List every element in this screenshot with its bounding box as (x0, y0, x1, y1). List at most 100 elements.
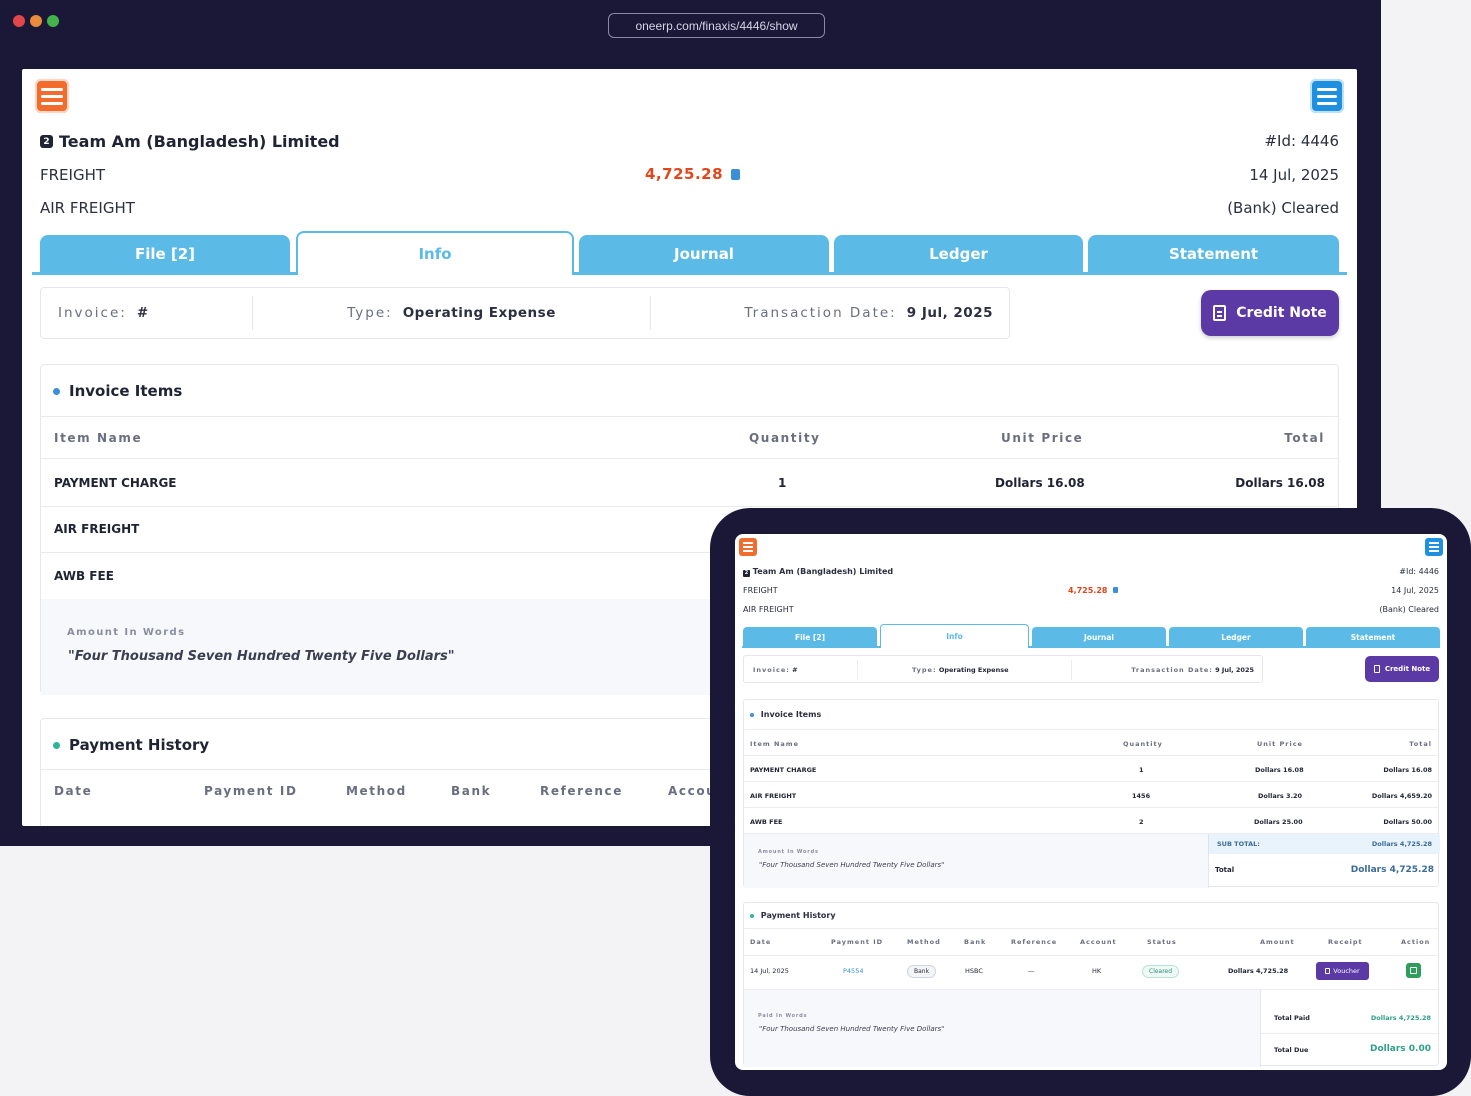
tab-bar: File [2] Info Journal Ledger Statement (742, 624, 1440, 648)
transaction-date-meta: Transaction Date: 9 Jul, 2025 (1131, 666, 1254, 674)
item-total: Dollars 50.00 (1383, 818, 1432, 826)
col-amount: Amount (1260, 938, 1295, 946)
amount-in-words-label: Amount In Words (758, 849, 819, 855)
invoice-items-title-text: Invoice Items (69, 382, 183, 400)
col-status: Status (1147, 938, 1177, 946)
col-receipt: Receipt (1328, 938, 1363, 946)
calculator-icon[interactable] (1113, 587, 1119, 593)
window-controls (13, 15, 59, 27)
total-paid-label: Total Paid (1274, 1014, 1310, 1022)
payment-id-link[interactable]: P4554 (843, 967, 863, 975)
transaction-date-value: 9 Jul, 2025 (906, 305, 993, 321)
subtotal-value: Dollars 4,725.28 (1371, 840, 1432, 848)
tab-journal[interactable]: Journal (579, 235, 829, 273)
hamburger-menu-icon[interactable] (1310, 79, 1344, 113)
col-method: Method (907, 938, 941, 946)
col-date: Date (54, 784, 93, 798)
item-unit-price: Dollars 16.08 (1255, 766, 1304, 774)
tab-info[interactable]: Info (296, 231, 574, 275)
item-name: AWB FEE (750, 818, 783, 826)
category: FREIGHT (40, 166, 106, 184)
tab-statement[interactable]: Statement (1088, 235, 1339, 273)
item-quantity: 2 (1139, 818, 1144, 826)
calculator-icon[interactable] (731, 168, 741, 180)
payment-bank: HSBC (965, 967, 983, 975)
tablet-screen: 2 Team Am (Bangladesh) Limited FREIGHT A… (735, 534, 1447, 1070)
col-account: Account (1080, 938, 1117, 946)
payment-amount: Dollars 4,725.28 (1228, 967, 1289, 975)
tab-file[interactable]: File [2] (743, 627, 877, 647)
item-quantity: 1456 (1132, 792, 1151, 800)
invoice-items-title-text: Invoice Items (760, 710, 822, 719)
type-label: Type: (912, 666, 937, 674)
record-date: 14 Jul, 2025 (1249, 166, 1339, 184)
total-value: Dollars 4,725.28 (1350, 865, 1434, 875)
document-icon (1213, 305, 1227, 321)
list-menu-icon[interactable] (739, 538, 757, 556)
amount-in-words: "Four Thousand Seven Hundred Twenty Five… (68, 649, 455, 664)
maximize-window-dot[interactable] (47, 15, 59, 27)
col-bank: Bank (451, 784, 492, 798)
col-action: Action (1401, 938, 1431, 946)
voucher-button[interactable]: Voucher (1316, 962, 1369, 980)
item-name: AWB FEE (54, 569, 114, 583)
minimize-window-dot[interactable] (30, 15, 42, 27)
type-meta: Type: Operating Expense (253, 296, 651, 330)
col-bank: Bank (964, 938, 987, 946)
type-value: Operating Expense (938, 666, 1009, 674)
amount-in-words-label: Amount In Words (67, 627, 186, 638)
tab-info[interactable]: Info (880, 624, 1029, 648)
invoice-label: Invoice: (753, 666, 790, 674)
type-meta: Type: Operating Expense (912, 666, 1008, 674)
tab-ledger[interactable]: Ledger (1169, 627, 1303, 647)
address-bar[interactable]: oneerp.com/finaxis/4446/show (608, 13, 825, 38)
credit-note-button[interactable]: Credit Note (1365, 656, 1439, 682)
company-name: 2 Team Am (Bangladesh) Limited (40, 132, 340, 151)
transaction-date-value: 9 Jul, 2025 (1215, 666, 1254, 674)
tab-statement[interactable]: Statement (1306, 627, 1440, 647)
status-badge: Cleared (1142, 965, 1180, 978)
voucher-label: Voucher (1333, 967, 1360, 975)
edit-icon[interactable] (1406, 963, 1421, 978)
item-unit-price: Dollars 3.20 (1258, 792, 1303, 800)
transaction-date-label: Transaction Date: (744, 305, 897, 321)
tab-ledger[interactable]: Ledger (834, 235, 1083, 273)
credit-note-button[interactable]: Credit Note (1201, 290, 1339, 336)
close-window-dot[interactable] (13, 15, 25, 27)
invoice-items-card: Invoice Items Item Name Quantity Unit Pr… (743, 699, 1440, 888)
subcategory: AIR FREIGHT (40, 199, 135, 217)
header-amount: 4,725.28 (1068, 586, 1119, 595)
col-item-name: Item Name (750, 740, 799, 748)
record-id-value: 4446 (1418, 567, 1439, 576)
amount-in-words-area: Amount In Words "Four Thousand Seven Hun… (744, 834, 1208, 888)
payment-reference: — (1028, 967, 1035, 975)
type-value: Operating Expense (402, 305, 556, 321)
tab-bar: File [2] Info Journal Ledger Statement (32, 231, 1347, 275)
tablet-device: 2 Team Am (Bangladesh) Limited FREIGHT A… (710, 508, 1471, 1096)
bullet-icon (750, 913, 754, 918)
paid-in-words-area: Paid In Words "Four Thousand Seven Hundr… (744, 990, 1260, 1067)
subtotal-label: SUB TOTAL: (1217, 840, 1260, 848)
invoice-label: Invoice: (58, 305, 127, 321)
invoice-value: # (792, 666, 798, 674)
payment-account: HK (1092, 967, 1102, 975)
tab-journal[interactable]: Journal (1032, 627, 1166, 647)
invoice-meta: Invoice: # (41, 296, 253, 330)
record-status: (Bank) Cleared (1379, 605, 1439, 614)
paid-in-words-label: Paid In Words (758, 1013, 808, 1019)
invoice-items-title: Invoice Items (53, 382, 182, 400)
company-name: 2 Team Am (Bangladesh) Limited (743, 567, 893, 577)
record-id-value: 4446 (1300, 132, 1339, 150)
invoice-value: # (136, 305, 149, 321)
payment-history-title-text: Payment History (69, 736, 210, 754)
col-reference: Reference (540, 784, 623, 798)
type-label: Type: (347, 305, 393, 321)
transaction-meta: Invoice: # Type: Operating Expense Trans… (40, 287, 1010, 339)
item-total: Dollars 16.08 (1235, 476, 1325, 490)
tab-file[interactable]: File [2] (40, 235, 290, 273)
record-id-label: #Id: (1399, 567, 1417, 576)
hamburger-menu-icon[interactable] (1425, 538, 1443, 556)
list-menu-icon[interactable] (35, 79, 69, 113)
record-id-label: #Id: (1264, 132, 1297, 150)
item-total: Dollars 4,659.20 (1371, 792, 1432, 800)
